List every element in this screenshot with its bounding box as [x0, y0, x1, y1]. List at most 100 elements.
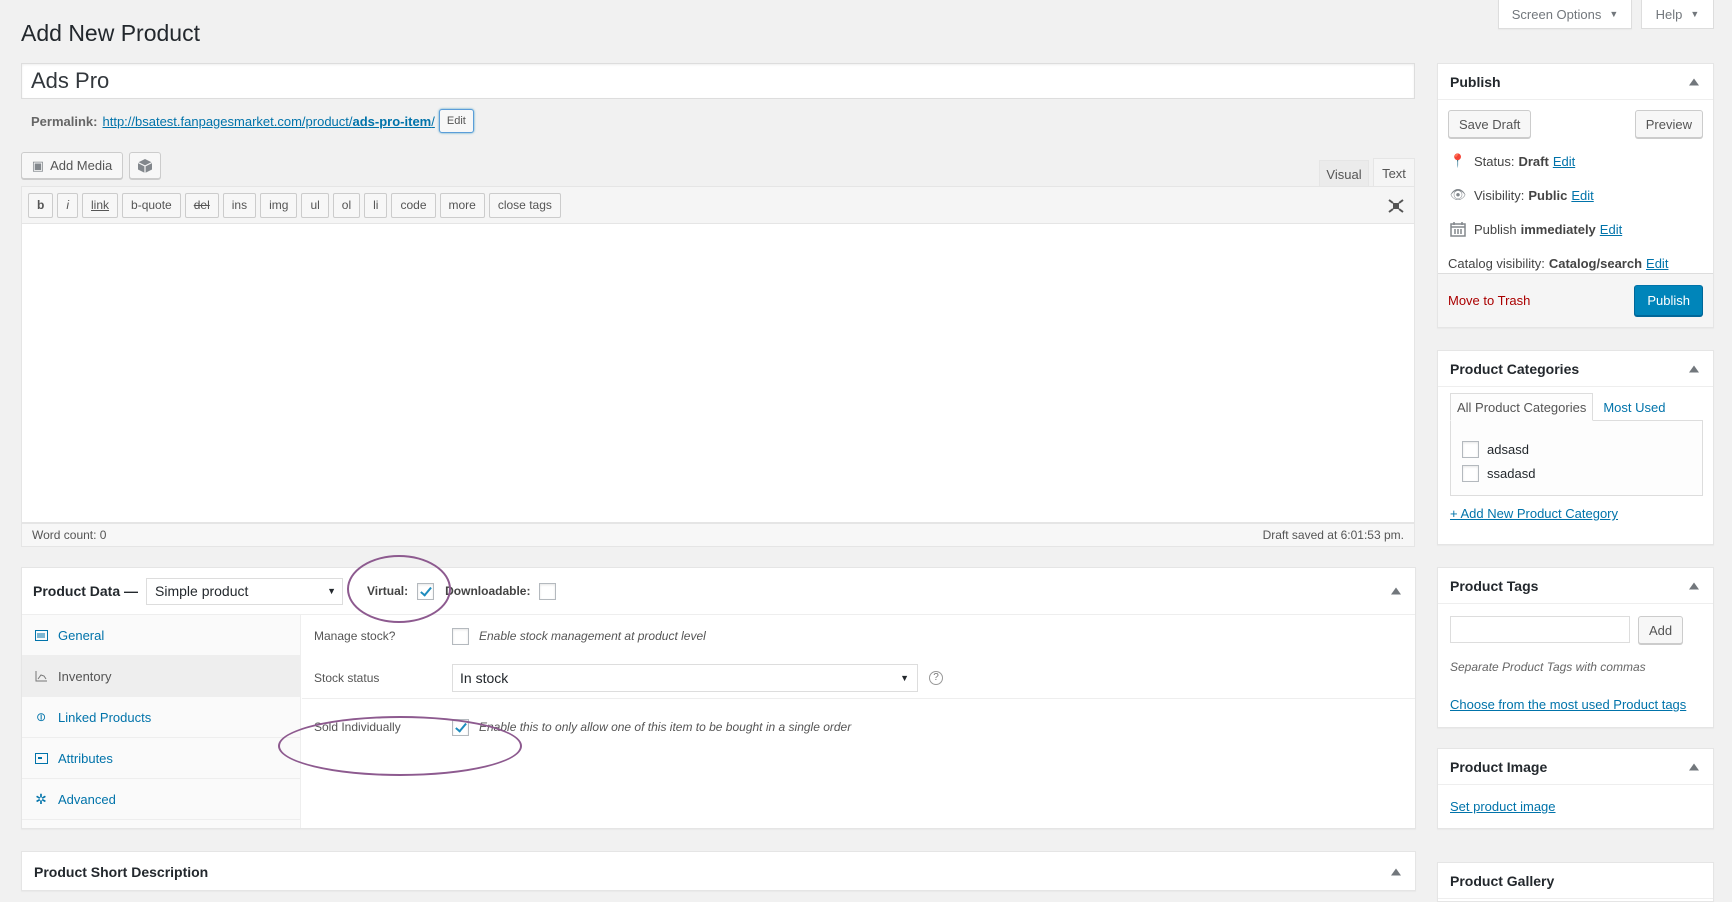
product-image-header: Product Image	[1438, 749, 1713, 785]
tab-text[interactable]: Text	[1373, 158, 1415, 187]
publish-date-row: Publish immediately Edit	[1448, 212, 1703, 246]
downloadable-checkbox[interactable]	[539, 582, 557, 600]
tab-most-used[interactable]: Most Used	[1593, 393, 1675, 421]
add-new-category-link[interactable]: + Add New Product Category	[1450, 506, 1618, 521]
visibility-value: Public	[1528, 187, 1568, 203]
help-button[interactable]: Help ▼	[1641, 0, 1714, 29]
virtual-checkbox[interactable]	[417, 582, 435, 600]
permalink-slug: ads-pro-item	[352, 113, 432, 129]
content-textarea[interactable]	[21, 224, 1415, 523]
permalink-link[interactable]: http://bsatest.fanpagesmarket.com/produc…	[102, 114, 434, 129]
draft-saved-status: Draft saved at 6:01:53 pm.	[1262, 528, 1404, 542]
stock-status-select[interactable]: In stock ▼	[452, 663, 918, 692]
catalog-visibility-edit-link[interactable]: Edit	[1646, 256, 1668, 271]
set-product-image-link[interactable]: Set product image	[1450, 799, 1556, 814]
sold-individually-checkbox[interactable]	[452, 718, 469, 736]
collapse-arrow-icon[interactable]	[1689, 582, 1699, 589]
status-row: 📍 Status: Draft Edit	[1448, 144, 1703, 178]
publish-actions: Move to Trash Publish	[1438, 273, 1713, 327]
category-item: adsasd	[1462, 437, 1691, 461]
catalog-visibility-value: Catalog/search	[1548, 255, 1643, 271]
product-title-input[interactable]	[21, 63, 1415, 99]
product-type-select[interactable]: Simple product ▼	[146, 577, 344, 605]
quicktag-code[interactable]: code	[391, 192, 436, 218]
quicktag-ins[interactable]: ins	[222, 192, 257, 218]
quicktag-b[interactable]: b	[28, 192, 54, 218]
gear-icon: ✲	[35, 790, 47, 807]
collapse-arrow-icon[interactable]	[1391, 587, 1401, 595]
add-tag-button[interactable]: Add	[1638, 616, 1684, 644]
tag-input[interactable]	[1450, 616, 1630, 643]
quicktag-ul[interactable]: ul	[301, 192, 329, 218]
tab-advanced-label: Advanced	[58, 791, 116, 807]
caret-down-icon: ▼	[1690, 9, 1700, 19]
stock-status-value: In stock	[460, 669, 509, 686]
choose-most-used-tags-link[interactable]: Choose from the most used Product tags	[1450, 697, 1686, 712]
status-label: Status:	[1474, 153, 1515, 169]
category-checkbox[interactable]	[1462, 440, 1479, 458]
publish-box: Publish Save Draft Preview 📍 Status: Draf…	[1437, 63, 1714, 328]
quicktag-more[interactable]: more	[439, 192, 485, 218]
add-product-button[interactable]	[129, 152, 161, 179]
tab-visual[interactable]: Visual	[1319, 160, 1369, 187]
product-image-box: Product Image Set product image	[1437, 748, 1714, 829]
virtual-label: Virtual:	[367, 584, 409, 598]
manage-stock-label: Manage stock?	[314, 629, 396, 643]
collapse-arrow-icon[interactable]	[1689, 78, 1699, 85]
permalink-edit-button[interactable]: Edit	[438, 109, 474, 133]
pin-icon: 📍	[1449, 153, 1467, 168]
media-icon: ▣	[31, 157, 45, 173]
tab-inventory-label: Inventory	[58, 668, 112, 684]
categories-title: Product Categories	[1450, 360, 1580, 377]
tab-general-label: General	[58, 627, 105, 643]
caret-down-icon: ▼	[327, 586, 337, 596]
screen-options-button[interactable]: Screen Options ▼	[1498, 0, 1632, 29]
quicktag-ol[interactable]: ol	[332, 192, 361, 218]
quicktag-close-tags[interactable]: close tags	[488, 192, 561, 218]
quicktag-link[interactable]: link	[82, 192, 119, 218]
quicktag-del[interactable]: del	[184, 192, 219, 218]
visibility-label: Visibility:	[1474, 187, 1525, 203]
category-checkbox[interactable]	[1462, 464, 1479, 482]
quicktag-img[interactable]: img	[260, 192, 298, 218]
sold-individually-label: Sold Individually	[314, 720, 401, 734]
publish-title: Publish	[1450, 73, 1501, 90]
inventory-panel: Manage stock? Enable stock management at…	[302, 615, 1415, 828]
publish-button[interactable]: Publish	[1634, 285, 1703, 316]
move-to-trash-link[interactable]: Move to Trash	[1448, 293, 1530, 308]
help-tip-icon[interactable]: ?	[929, 670, 943, 685]
publish-date-value: immediately	[1520, 221, 1596, 237]
tab-advanced[interactable]: ✲ Advanced	[22, 779, 300, 820]
product-data-title: Product Data —	[33, 583, 139, 599]
preview-button[interactable]: Preview	[1634, 110, 1703, 138]
tab-general[interactable]: General	[22, 615, 300, 656]
caret-down-icon: ▼	[1609, 9, 1619, 19]
collapse-arrow-icon[interactable]	[1689, 763, 1699, 770]
tags-title: Product Tags	[1450, 577, 1539, 594]
add-media-button[interactable]: ▣ Add Media	[21, 152, 123, 179]
stock-status-label: Stock status	[314, 670, 380, 685]
tab-linked-products[interactable]: ⊘ Linked Products	[22, 697, 300, 738]
manage-stock-checkbox[interactable]	[452, 627, 469, 645]
tab-linked-label: Linked Products	[58, 709, 152, 725]
visibility-row: 👁 Visibility: Public Edit	[1448, 178, 1703, 212]
categories-list: adsasd ssadasd	[1450, 420, 1703, 496]
quicktag-li[interactable]: li	[364, 192, 388, 218]
publish-date-edit-link[interactable]: Edit	[1600, 222, 1622, 237]
sold-individually-description: Enable this to only allow one of this it…	[479, 720, 852, 734]
product-data-box: Product Data — Simple product ▼ Virtual:…	[21, 567, 1416, 829]
quicktag-i[interactable]: i	[57, 192, 79, 218]
quicktag-bquote[interactable]: b-quote	[122, 192, 181, 218]
fullscreen-icon[interactable]	[1388, 199, 1404, 213]
link-icon: ⊘	[32, 708, 50, 726]
status-edit-link[interactable]: Edit	[1553, 154, 1575, 169]
collapse-arrow-icon[interactable]	[1391, 868, 1401, 876]
tab-attributes[interactable]: Attributes	[22, 738, 300, 779]
tab-inventory[interactable]: Inventory	[22, 656, 300, 697]
collapse-arrow-icon[interactable]	[1689, 365, 1699, 372]
publish-body: Save Draft Preview 📍 Status: Draft Edit 👁 …	[1438, 100, 1713, 280]
save-draft-button[interactable]: Save Draft	[1448, 110, 1532, 138]
visibility-edit-link[interactable]: Edit	[1571, 188, 1593, 203]
general-icon	[34, 628, 48, 642]
tab-all-categories[interactable]: All Product Categories	[1450, 393, 1594, 421]
